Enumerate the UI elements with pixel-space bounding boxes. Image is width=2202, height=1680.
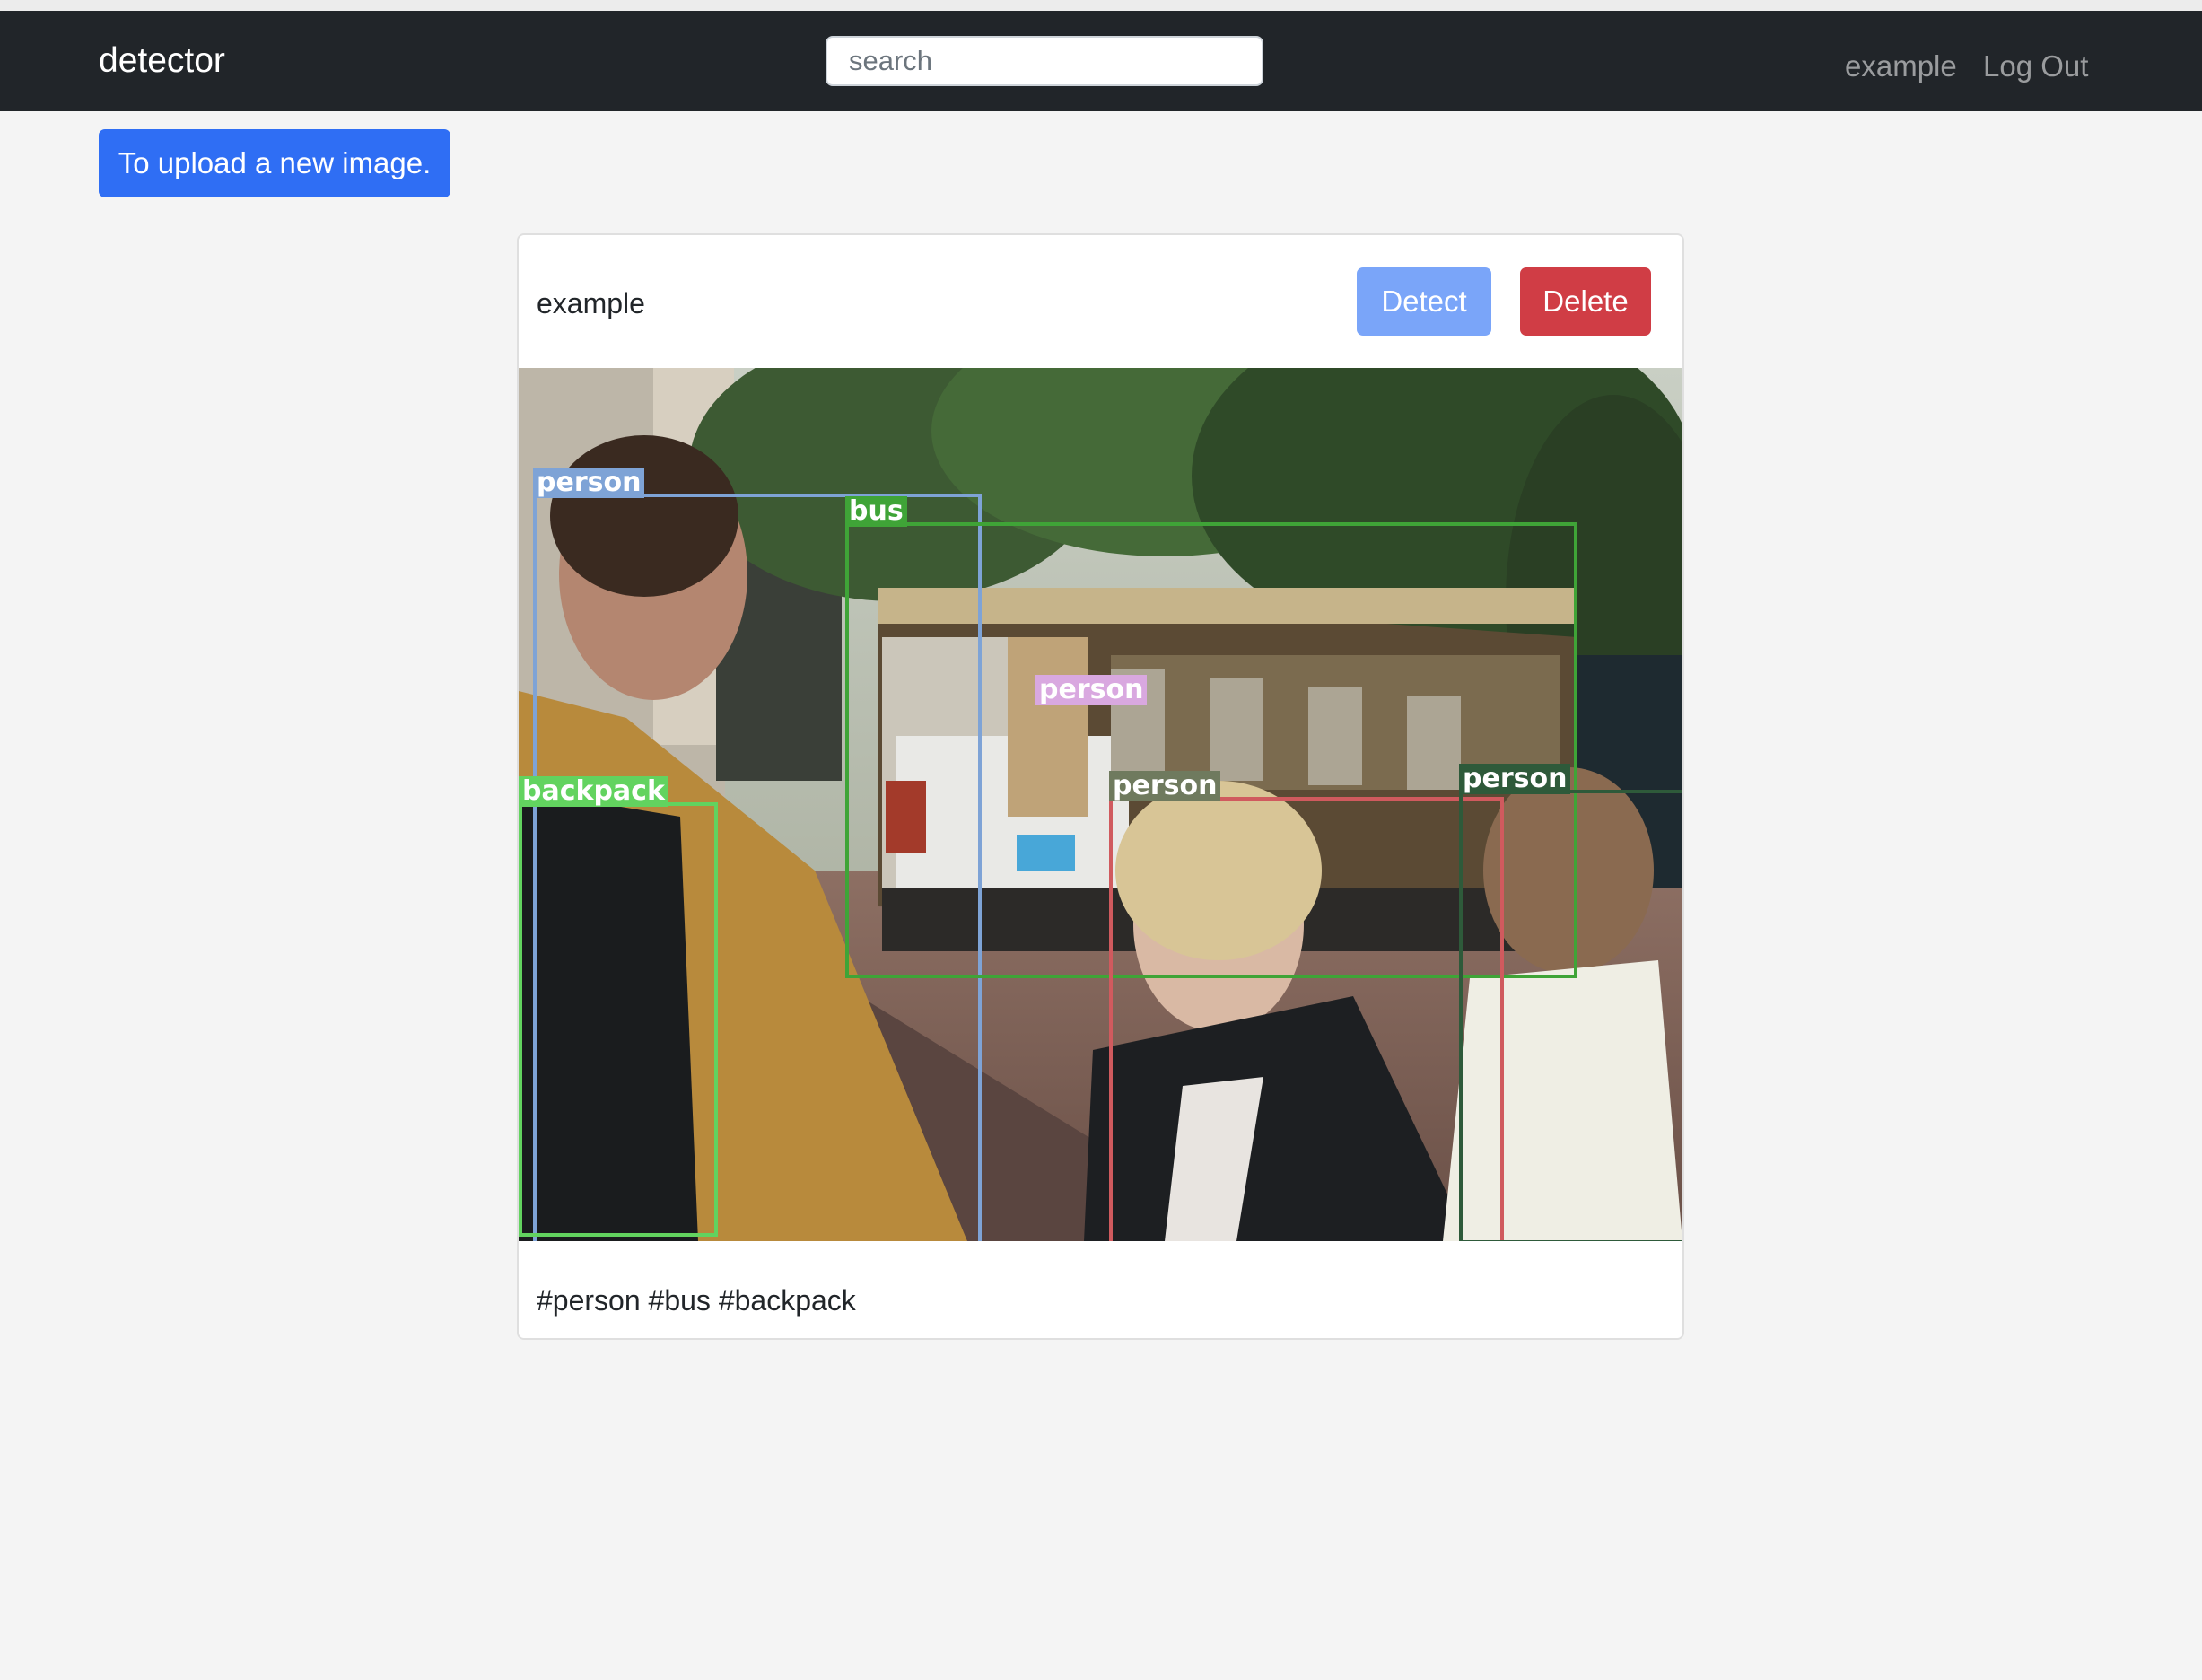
delete-button[interactable]: Delete xyxy=(1520,267,1651,336)
image-tags: #person #bus #backpack xyxy=(537,1284,856,1317)
brand-link[interactable]: detector xyxy=(99,39,225,83)
image-title: example xyxy=(537,287,645,319)
detection-box-person-4 xyxy=(1459,790,1682,1241)
upload-image-button[interactable]: To upload a new image. xyxy=(99,129,450,197)
detection-label-person-3: person xyxy=(1109,771,1221,801)
navbar: detector example Log Out xyxy=(0,11,2202,111)
detection-label-bus: bus xyxy=(845,496,907,527)
detection-label-backpack: backpack xyxy=(519,776,668,807)
detect-button[interactable]: Detect xyxy=(1357,267,1491,336)
detection-label-person-4: person xyxy=(1459,764,1571,794)
detection-box-person-3 xyxy=(1109,797,1504,1241)
logout-link[interactable]: Log Out xyxy=(1983,48,2088,84)
image-card: example Detect Delete person bus person … xyxy=(517,233,1684,1340)
window-top-strip xyxy=(0,0,2202,11)
detection-label-person-1: person xyxy=(533,468,645,498)
detection-image: person bus person backpack person person xyxy=(519,368,1682,1241)
user-link[interactable]: example xyxy=(1845,48,1957,84)
detection-box-backpack xyxy=(519,802,718,1237)
detection-label-person-2: person xyxy=(1035,675,1148,705)
search-input[interactable] xyxy=(826,36,1263,86)
